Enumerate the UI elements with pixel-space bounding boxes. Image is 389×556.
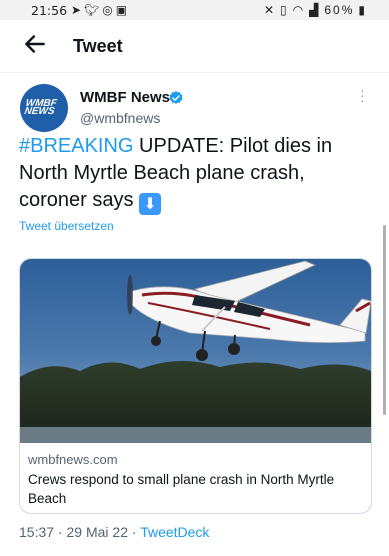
meta-separator: · bbox=[54, 524, 67, 540]
scrollbar[interactable] bbox=[383, 225, 386, 415]
tweet-meta: 15:37 · 29 Mai 22 · TweetDeck bbox=[19, 524, 209, 540]
translate-link[interactable]: Tweet übersetzen bbox=[19, 219, 114, 233]
app-bar: Tweet bbox=[0, 20, 389, 73]
system-icons: ✕ ▯ ◠ ▟ 60% ▮ bbox=[264, 3, 367, 17]
card-domain: wmbfnews.com bbox=[28, 452, 118, 467]
tweet-time: 15:37 bbox=[19, 524, 55, 540]
hashtag-link[interactable]: #BREAKING bbox=[19, 135, 133, 157]
send-icon: ➤ bbox=[71, 3, 85, 17]
plane-photo bbox=[20, 259, 371, 443]
link-card[interactable]: wmbfnews.com Crews respond to small plan… bbox=[19, 258, 372, 514]
wifi-icon: ◠ bbox=[292, 3, 306, 17]
status-bar: 21:56 ➤🐦︎◎▣ ✕ ▯ ◠ ▟ 60% ▮ bbox=[0, 0, 389, 20]
status-time: 21:56 bbox=[31, 3, 68, 18]
notification-icons: ➤🐦︎◎▣ bbox=[71, 3, 130, 17]
page-title: Tweet bbox=[73, 36, 123, 56]
battery-percent: 60% bbox=[324, 3, 355, 17]
card-title: Crews respond to small plane crash in No… bbox=[28, 472, 335, 506]
image-icon: ▣ bbox=[115, 3, 131, 17]
signal-icon: ▟ bbox=[309, 3, 321, 17]
more-options-icon[interactable]: · · · bbox=[360, 83, 365, 107]
mute-icon: ✕ bbox=[263, 3, 277, 17]
arrow-left-icon[interactable] bbox=[22, 31, 48, 57]
verified-badge-icon bbox=[169, 91, 183, 104]
whatsapp-icon: ◎ bbox=[102, 3, 116, 17]
avatar[interactable]: WMBF NEWS bbox=[20, 84, 68, 132]
battery-icon: ▮ bbox=[358, 3, 367, 17]
tweet-date: 29 Mai 22 bbox=[66, 524, 128, 540]
author-name[interactable]: WMBF News bbox=[80, 89, 170, 106]
twitter-icon: 🐦︎ bbox=[84, 3, 103, 17]
tweet-source-link[interactable]: TweetDeck bbox=[140, 524, 209, 540]
wmbf-logo: WMBF NEWS bbox=[23, 98, 58, 117]
down-arrow-emoji-icon: ⬇ bbox=[139, 193, 162, 215]
tweet-text: #BREAKING UPDATE: Pilot dies in North My… bbox=[19, 133, 369, 215]
meta-separator: · bbox=[127, 524, 141, 540]
author-handle[interactable]: @wmbfnews bbox=[80, 110, 160, 126]
lock-icon: ▯ bbox=[280, 3, 289, 17]
